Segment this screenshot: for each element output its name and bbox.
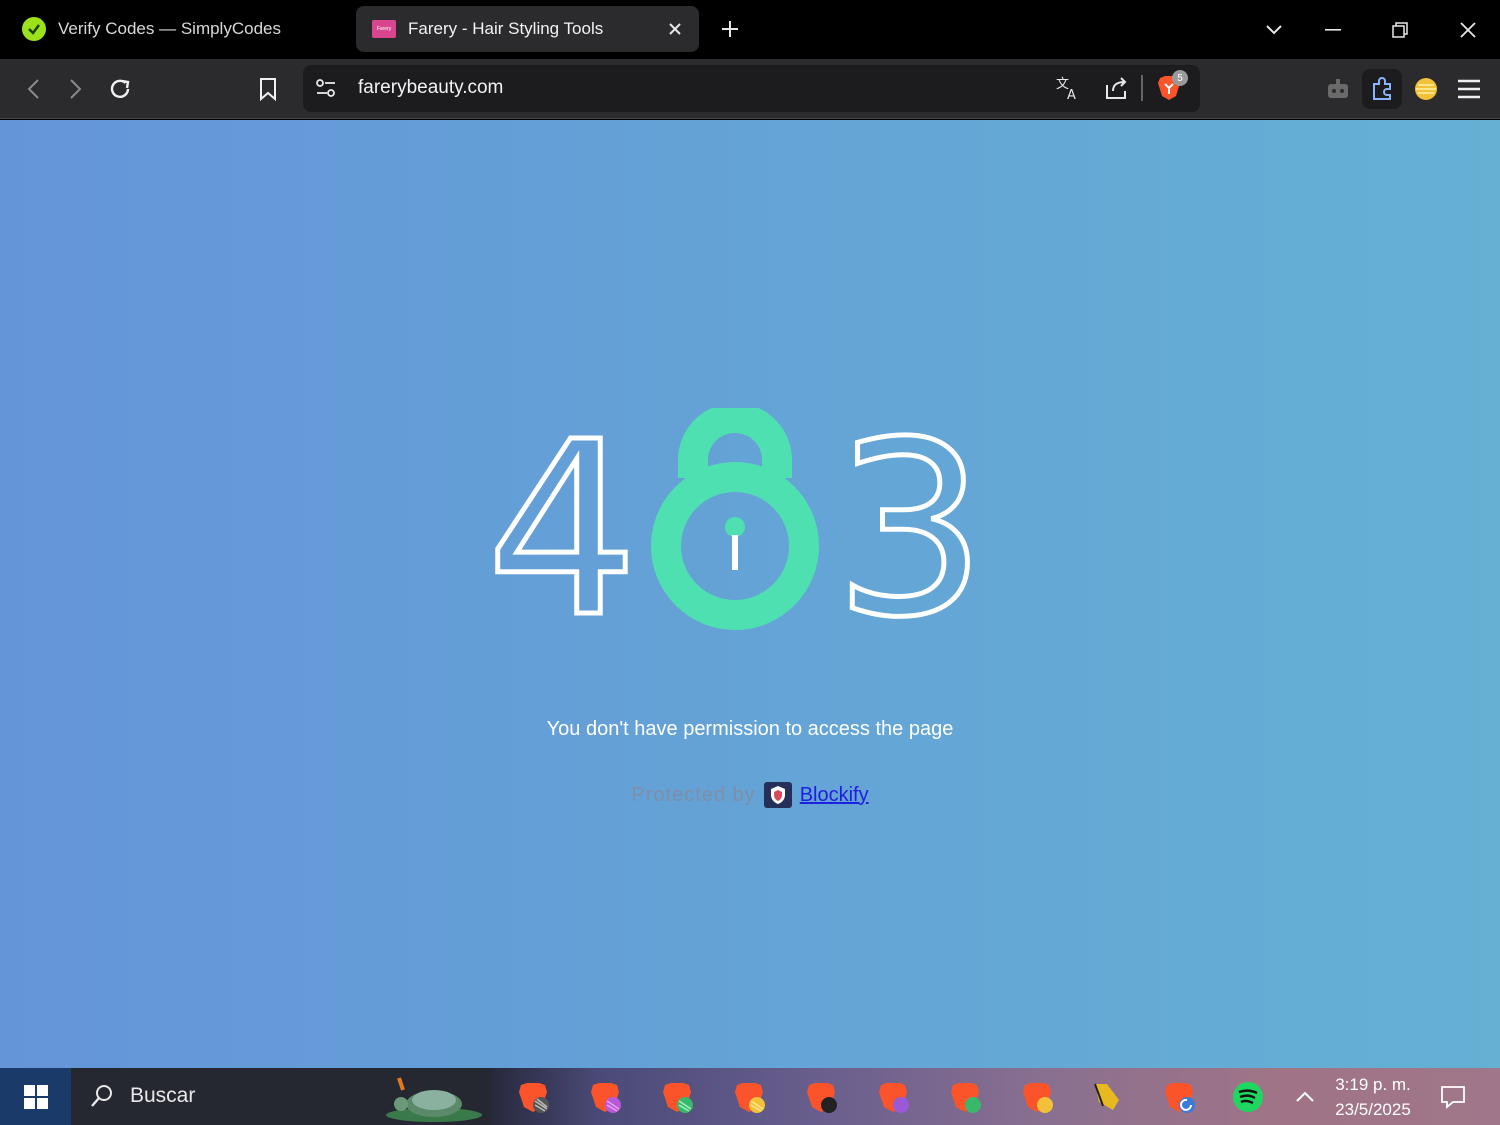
toolbar-divider [1141, 75, 1143, 101]
farery-favicon-icon: Farery [372, 20, 396, 38]
search-icon [89, 1083, 115, 1113]
extensions-icon[interactable] [1362, 69, 1402, 109]
brave-icon[interactable] [1018, 1078, 1056, 1116]
brave-icon[interactable] [946, 1078, 984, 1116]
system-clock[interactable]: 3:19 p. m. 23/5/2025 [1322, 1072, 1424, 1122]
clock-date: 23/5/2025 [1335, 1100, 1411, 1119]
minimize-button[interactable] [1315, 12, 1351, 48]
site-settings-icon[interactable] [315, 77, 337, 103]
brave-icon[interactable] [1160, 1078, 1198, 1116]
menu-icon[interactable] [1452, 72, 1486, 106]
cursor-app-icon[interactable] [1088, 1078, 1126, 1116]
leo-ai-icon[interactable] [1321, 72, 1355, 106]
digit-four: 4 [486, 408, 639, 634]
new-tab-button[interactable] [716, 15, 744, 43]
tab-list-chevron-icon[interactable] [1256, 12, 1292, 48]
restore-button[interactable] [1382, 12, 1418, 48]
url-text[interactable]: farerybeauty.com [358, 77, 503, 99]
tab-label: Farery - Hair Styling Tools [408, 19, 604, 38]
permission-message: You don't have permission to access the … [546, 718, 954, 740]
coin-extension-icon[interactable] [1409, 72, 1443, 106]
tab-label: Verify Codes — SimplyCodes [58, 19, 281, 38]
windows-logo-icon [23, 1084, 48, 1109]
bookmark-icon[interactable] [251, 72, 285, 106]
tab-farery[interactable]: Farery Farery - Hair Styling Tools [356, 6, 699, 52]
blockify-link[interactable]: Blockify [800, 784, 869, 807]
simplycodes-favicon-icon [22, 17, 46, 41]
forward-button[interactable] [59, 72, 93, 106]
protected-by-row: Protected by Blockify [0, 782, 1500, 808]
close-tab-icon[interactable] [665, 19, 685, 39]
brave-icon[interactable] [514, 1078, 552, 1116]
padlock-icon [651, 408, 819, 630]
notifications-icon[interactable] [1434, 1078, 1472, 1116]
search-label: Buscar [130, 1084, 196, 1107]
browser-toolbar: farerybeauty.com 文A 5 [0, 59, 1500, 119]
address-bar[interactable]: farerybeauty.com 文A 5 [303, 65, 1200, 112]
windows-taskbar: Buscar 3:19 p. m. 23/5/2025 [0, 1068, 1500, 1125]
spotify-icon[interactable] [1229, 1078, 1267, 1116]
close-window-button[interactable] [1450, 12, 1486, 48]
error-page: 4 3 You don't have permission to access … [0, 120, 1500, 1068]
brave-icon[interactable] [658, 1078, 696, 1116]
turtle-illustration-icon [379, 1070, 489, 1125]
reload-button[interactable] [103, 72, 137, 106]
start-button[interactable] [0, 1068, 71, 1125]
shields-count-badge: 5 [1172, 70, 1188, 86]
error-code-graphic: 4 3 [484, 408, 984, 634]
clock-time: 3:19 p. m. [1335, 1075, 1411, 1094]
protected-by-label: Protected by [631, 783, 756, 806]
show-hidden-icons-chevron-icon[interactable] [1286, 1078, 1324, 1116]
brave-icon[interactable] [730, 1078, 768, 1116]
tab-strip: Verify Codes — SimplyCodes Farery Farery… [0, 0, 1500, 59]
brave-icon[interactable] [802, 1078, 840, 1116]
blockify-logo-icon [763, 782, 792, 808]
digit-three: 3 [834, 408, 984, 634]
brave-icon[interactable] [586, 1078, 624, 1116]
back-button[interactable] [16, 72, 50, 106]
tab-verify-codes[interactable]: Verify Codes — SimplyCodes [10, 6, 340, 52]
share-icon[interactable] [1103, 75, 1129, 105]
brave-icon[interactable] [874, 1078, 912, 1116]
translate-icon[interactable]: 文A [1055, 75, 1081, 105]
taskbar-search[interactable]: Buscar [71, 1068, 492, 1125]
svg-text:A: A [1067, 88, 1076, 101]
brave-shields-button[interactable]: 5 [1156, 70, 1188, 104]
